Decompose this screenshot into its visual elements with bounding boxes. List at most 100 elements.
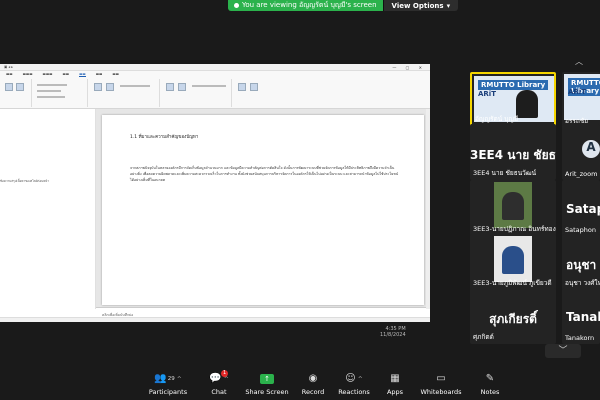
- participant-tile[interactable]: 3EE3-นายภูมิพัฒน์ ภูเขียวดี: [470, 234, 556, 290]
- participant-name: Tanakorn: [565, 334, 595, 342]
- view-options-button[interactable]: View Options ▾: [382, 0, 459, 11]
- participant-display-name: Tanako: [566, 310, 600, 324]
- participant-tile[interactable]: อนุชา ว อนุชา วงศ์ใหญ่: [562, 234, 600, 290]
- participant-tile[interactable]: A Arit_zoom: [562, 124, 600, 180]
- window-icon: [238, 83, 246, 91]
- person-silhouette: [502, 192, 524, 220]
- participant-tile[interactable]: 3EE4 นาย ชัยธนว 3EE4 นาย ชัยธนวัฒน์: [470, 124, 556, 180]
- window-controls-icon: — ▢ ✕: [392, 64, 426, 70]
- meeting-toolbar: 👥29 ^ Participants 💬 1 ^ Chat ↑ Share Scree…: [0, 368, 600, 400]
- vertical-scrollbar[interactable]: [426, 109, 430, 309]
- ribbon-line: [120, 85, 150, 87]
- zoom-icon: [166, 83, 174, 91]
- live-dot-icon: [234, 3, 239, 8]
- participant-video: [494, 182, 532, 228]
- whiteboards-button[interactable]: ▭ Whiteboards: [415, 372, 467, 396]
- whiteboards-label: Whiteboards: [420, 388, 462, 396]
- slide-icon: [5, 83, 13, 91]
- zoom-meeting-window: You are viewing อัญญรัตน์ บุญมี's screen…: [0, 0, 600, 400]
- view-icon: [94, 83, 102, 91]
- ribbon-group: [162, 79, 232, 107]
- screen-share-banner: You are viewing อัญญรัตน์ บุญมี's screen…: [228, 0, 459, 11]
- participant-name: Arit_zoom: [565, 170, 598, 178]
- view-options-label: View Options: [391, 1, 444, 10]
- share-screen-icon: ↑: [241, 372, 293, 386]
- participant-name: 3EE4 นาย ชัยธนวัฒน์: [473, 169, 537, 177]
- ribbon-tab: ▬▬: [62, 72, 70, 76]
- ribbon-line: [37, 84, 67, 86]
- app-title-bar: ▣ ◂ ▸ — ▢ ✕: [0, 64, 430, 71]
- participant-tile[interactable]: RMUTTO Library ARiT อัญญรัตน์ บุญมี: [470, 72, 556, 128]
- ribbon-tab: ▬▬▬: [22, 72, 33, 76]
- ribbon-line: [192, 85, 226, 87]
- page-heading: 1.1 ที่มาและความสำคัญของปัญหา: [130, 135, 199, 140]
- notes-button[interactable]: ✎ Notes: [464, 372, 516, 396]
- participant-tile[interactable]: 3EE3-นายปฏิภาณ อินทร์ทองดี: [470, 180, 556, 236]
- gallery-page-up-icon[interactable]: ︿: [564, 56, 594, 70]
- slides-pane[interactable]: ข้อความสรุปเนื้อหาของสไลด์ก่อนหน้า: [0, 109, 96, 309]
- whiteboards-icon: ▭: [436, 373, 446, 384]
- clock-date: 11/8/2024: [380, 332, 406, 338]
- share-screen-label: Share Screen: [245, 388, 289, 396]
- color-icon: [178, 83, 186, 91]
- document-page[interactable]: 1.1 ที่มาและความสำคัญของปัญหา จากสภาพปัจ…: [102, 115, 424, 305]
- share-screen-button[interactable]: ↑ Share Screen: [241, 372, 293, 396]
- notes-label: Notes: [480, 388, 500, 396]
- chat-button[interactable]: 💬 1 ^ Chat: [193, 370, 245, 396]
- chevron-up-icon: ^: [176, 376, 182, 383]
- participant-display-name: 3EE4 นาย ชัยธนว: [470, 148, 556, 162]
- status-bar: [0, 317, 430, 322]
- gallery-page-down-icon[interactable]: ﹀: [545, 344, 581, 358]
- chevron-up-icon: ^: [357, 376, 363, 383]
- taskbar-clock: 4:35 PM 11/8/2024: [380, 326, 406, 338]
- page-paragraph: จากสภาพปัจจุบันในหลายองค์กรมีการจัดเก็บข…: [130, 166, 399, 183]
- participant-tile[interactable]: RMUTTO Library ARiT อรรถชัย: [562, 72, 600, 128]
- participant-video: RMUTTO Library ARiT: [564, 74, 600, 120]
- person-silhouette: [502, 246, 524, 274]
- viewing-text: You are viewing อัญญรัตน์ บุญมี's screen: [242, 1, 377, 9]
- ribbon-group: [34, 79, 88, 107]
- view-icon: [106, 83, 114, 91]
- participants-icon: 👥29 ^: [154, 373, 182, 384]
- participant-name: Sataphon: [565, 226, 596, 234]
- participants-button[interactable]: 👥29 ^ Participants: [142, 372, 194, 396]
- participant-display-name: Sataph: [566, 202, 600, 216]
- document-area[interactable]: 1.1 ที่มาและความสำคัญของปัญหา จากสภาพปัจ…: [96, 109, 430, 322]
- participant-tile[interactable]: Sataph Sataphon: [562, 180, 600, 236]
- quick-access-icon: ▣ ◂ ▸: [4, 65, 14, 69]
- participant-tile[interactable]: Tanako Tanakorn: [562, 288, 600, 344]
- participant-display-name: สุภเกียรติ์: [489, 312, 537, 326]
- chat-label: Chat: [211, 388, 227, 396]
- ribbon-line: [37, 96, 65, 98]
- participant-name: 3EE3-นายภูมิพัฒน์ ภูเขียวดี: [473, 279, 552, 287]
- chat-icon: 💬 1 ^: [209, 370, 229, 384]
- macro-icon: [250, 83, 258, 91]
- ribbon-tab: ▬▬: [95, 72, 103, 76]
- participant-name: 3EE3-นายปฏิภาณ อินทร์ทองดี: [473, 225, 556, 233]
- ribbon-toolbar: [0, 77, 430, 109]
- ribbon-tab: ▬▬: [6, 72, 13, 76]
- apps-button[interactable]: ▦ Apps: [369, 372, 421, 396]
- person-silhouette: [516, 90, 538, 118]
- library-logo: RMUTTO Library: [478, 80, 549, 90]
- participant-avatar: A: [582, 140, 600, 158]
- layout-icon: [16, 83, 24, 91]
- chevron-down-icon: ▾: [446, 1, 451, 10]
- participant-video: [494, 236, 532, 282]
- shared-screen[interactable]: ▣ ◂ ▸ — ▢ ✕ ▬▬ ▬▬▬ ▬▬▬ ▬▬ ▬▬ ▬▬ ▬▬ ข้อคว…: [0, 64, 430, 322]
- ribbon-tab-active: ▬▬: [79, 71, 86, 77]
- participant-tile[interactable]: สุภเกียรติ์ ศุภกิตต์: [470, 288, 556, 344]
- participant-name: อัญญรัตน์ บุญมี: [475, 115, 519, 123]
- apps-icon: ▦: [390, 373, 400, 384]
- arit-logo: ARiT: [478, 90, 496, 98]
- ribbon-group: [90, 79, 160, 107]
- slides-pane-text: ข้อความสรุปเนื้อหาของสไลด์ก่อนหน้า: [0, 179, 49, 183]
- apps-label: Apps: [386, 388, 404, 396]
- ribbon-group: [2, 79, 32, 107]
- ribbon-tab: ▬▬▬: [42, 72, 53, 76]
- viewing-indicator: You are viewing อัญญรัตน์ บุญมี's screen: [228, 0, 383, 11]
- chevron-up-icon: ^: [223, 376, 229, 383]
- participant-name: ศุภกิตต์: [473, 333, 494, 341]
- arit-logo: ARiT: [568, 88, 586, 96]
- ribbon-line: [37, 90, 61, 92]
